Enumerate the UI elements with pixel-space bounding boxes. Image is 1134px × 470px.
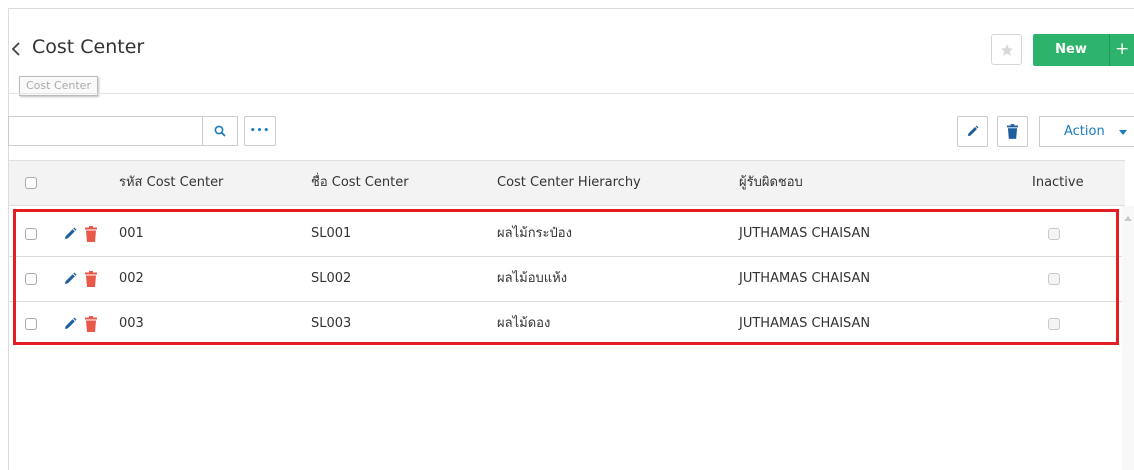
search-button[interactable] (202, 116, 238, 146)
table-row[interactable]: 001 SL001 ผลไม้กระป๋อง JUTHAMAS CHAISAN (9, 212, 1122, 257)
cell-owner: JUTHAMAS CHAISAN (739, 271, 871, 286)
cell-owner: JUTHAMAS CHAISAN (739, 316, 871, 331)
favorite-button[interactable] (991, 34, 1022, 65)
delete-selected-button[interactable] (997, 116, 1028, 147)
new-button[interactable]: New + (1033, 34, 1134, 66)
cell-name: SL002 (311, 271, 352, 286)
cell-owner: JUTHAMAS CHAISAN (739, 226, 871, 241)
row-checkbox[interactable] (25, 318, 37, 330)
table-header: รหัส Cost Center ชื่อ Cost Center Cost C… (9, 160, 1125, 206)
edit-selected-button[interactable] (957, 116, 988, 147)
new-button-divider (1109, 34, 1110, 66)
table-body: 001 SL001 ผลไม้กระป๋อง JUTHAMAS CHAISAN … (9, 212, 1122, 346)
new-button-label: New (1055, 42, 1087, 57)
table-row[interactable]: 002 SL002 ผลไม้อบแห้ง JUTHAMAS CHAISAN (9, 257, 1122, 302)
cell-hierarchy: ผลไม้อบแห้ง (497, 271, 568, 286)
column-header-name[interactable]: ชื่อ Cost Center (311, 161, 409, 205)
vertical-scrollbar[interactable] (1122, 206, 1134, 470)
inactive-checkbox (1048, 273, 1060, 285)
action-dropdown-button[interactable]: Action (1039, 116, 1134, 147)
action-label: Action (1064, 124, 1105, 139)
column-header-code[interactable]: รหัส Cost Center (119, 161, 223, 205)
cell-hierarchy: ผลไม้ดอง (497, 316, 551, 331)
cell-code: 001 (119, 226, 144, 241)
more-options-button[interactable]: ••• (244, 116, 276, 146)
trash-icon[interactable] (85, 271, 97, 287)
cell-code: 002 (119, 271, 144, 286)
new-dropdown-plus[interactable]: + (1115, 34, 1129, 66)
cell-name: SL001 (311, 226, 352, 241)
column-header-owner[interactable]: ผู้รับผิดชอบ (739, 161, 803, 205)
title-divider (9, 93, 1134, 94)
cell-name: SL003 (311, 316, 352, 331)
pencil-icon[interactable] (63, 317, 77, 331)
search-input[interactable] (8, 116, 202, 146)
column-header-hierarchy[interactable]: Cost Center Hierarchy (497, 161, 641, 205)
search-icon (214, 125, 226, 137)
cell-hierarchy: ผลไม้กระป๋อง (497, 226, 572, 241)
pencil-icon[interactable] (63, 272, 77, 286)
column-header-inactive[interactable]: Inactive (1032, 161, 1084, 205)
scroll-up-arrow-icon[interactable] (1124, 216, 1132, 221)
inactive-checkbox (1048, 318, 1060, 330)
trash-icon[interactable] (85, 316, 97, 332)
trash-icon (1007, 124, 1018, 139)
inactive-checkbox (1048, 228, 1060, 240)
caret-down-icon (1119, 130, 1127, 135)
row-checkbox[interactable] (25, 228, 37, 240)
select-all-checkbox[interactable] (25, 177, 37, 189)
star-icon (1000, 43, 1013, 56)
row-checkbox[interactable] (25, 273, 37, 285)
page-title: Cost Center (32, 36, 145, 58)
more-icon: ••• (249, 126, 271, 136)
table-row[interactable]: 003 SL003 ผลไม้ดอง JUTHAMAS CHAISAN (9, 302, 1122, 346)
pencil-icon (967, 125, 979, 137)
pencil-icon[interactable] (63, 227, 77, 241)
cell-code: 003 (119, 316, 144, 331)
trash-icon[interactable] (85, 226, 97, 242)
back-icon[interactable] (10, 40, 24, 58)
